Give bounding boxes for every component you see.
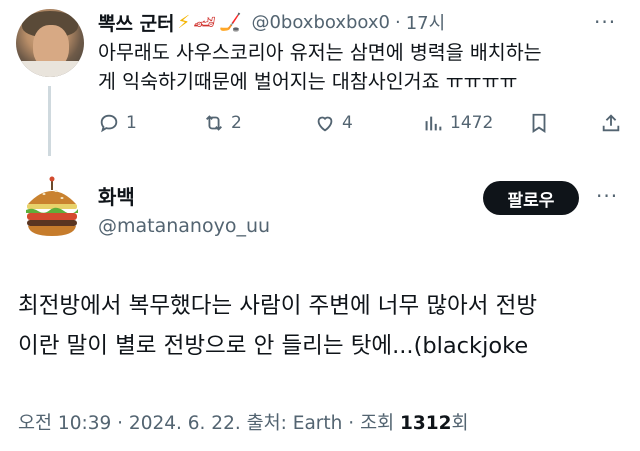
tweet-text-line: 이란 말이 별로 전방으로 안 들리는 탓에...(blackjoke [18, 333, 529, 359]
views-icon [425, 116, 442, 131]
reply-author-row: 뽁쓰 군터 ⚡ 🏎 🏒 @0boxboxbox0 · 17시 [98, 9, 445, 35]
share-button[interactable] [600, 112, 628, 134]
views-label: 조회 [360, 413, 395, 434]
burger-icon [26, 176, 78, 236]
retweet-icon [206, 115, 222, 131]
thread-connector-line [48, 86, 51, 156]
reply-handle[interactable]: @0boxboxbox0 [251, 12, 390, 33]
race-car-emoji: 🏎 [193, 11, 217, 33]
separator-dot: · [394, 11, 401, 33]
reply-display-name[interactable]: 뽁쓰 군터 [98, 9, 175, 36]
tweet-text-line: 최전방에서 복무했다는 사람이 주변에 너무 많아서 전방 [18, 293, 538, 319]
bookmark-icon [532, 113, 546, 133]
reply-icon [100, 114, 118, 133]
retweet-button[interactable]: 2 [203, 112, 242, 134]
like-count: 4 [342, 113, 353, 133]
source-value: Earth [292, 413, 343, 434]
reply-action-bar: 1 2 4 1472 [98, 112, 628, 140]
views-suffix: 회 [451, 413, 469, 434]
tweet-text: 최전방에서 복무했다는 사람이 주변에 너무 많아서 전방 이란 말이 별로 전… [18, 286, 628, 366]
reply-text-line: 게 익숙하기때문에 벌어지는 대참사인거죠 ㅠㅠㅠㅠ [98, 70, 518, 93]
views-count: 1472 [450, 113, 494, 133]
follow-button[interactable]: 팔로우 [483, 181, 579, 215]
reply-text: 아무래도 사우스코리아 유저는 삼면에 병력을 배치하는 게 익숙하기때문에 벌… [98, 38, 618, 96]
lightning-emoji: ⚡ [177, 11, 191, 33]
author-avatar-burger[interactable] [18, 174, 86, 242]
reply-author-avatar[interactable] [16, 9, 84, 77]
separator-dot: · [117, 413, 124, 434]
like-button[interactable]: 4 [314, 112, 353, 134]
like-icon [317, 116, 333, 132]
reply-button[interactable]: 1 [98, 112, 137, 134]
views-count: 1312 [400, 413, 452, 434]
bookmark-button[interactable] [528, 112, 556, 134]
reply-timestamp[interactable]: 17시 [406, 9, 445, 35]
more-icon[interactable]: ··· [596, 184, 618, 208]
source-label: 출처: [246, 413, 287, 434]
share-icon [602, 114, 620, 132]
tweet-metadata: 오전 10:39 · 2024. 6. 22. 출처: Earth · 조회 1… [18, 409, 469, 435]
views-button[interactable]: 1472 [422, 112, 493, 134]
tweet-date[interactable]: 2024. 6. 22. [129, 413, 241, 434]
more-icon[interactable]: ··· [594, 10, 616, 34]
author-handle[interactable]: @matananoyo_uu [98, 215, 270, 237]
retweet-count: 2 [231, 113, 242, 133]
tweet-time[interactable]: 오전 10:39 [18, 413, 111, 434]
author-display-name[interactable]: 화백 [98, 181, 135, 210]
hockey-stick-emoji: 🏒 [219, 11, 242, 33]
reply-count: 1 [126, 113, 137, 133]
reply-text-line: 아무래도 사우스코리아 유저는 삼면에 병력을 배치하는 [98, 41, 542, 64]
separator-dot: · [348, 413, 355, 434]
